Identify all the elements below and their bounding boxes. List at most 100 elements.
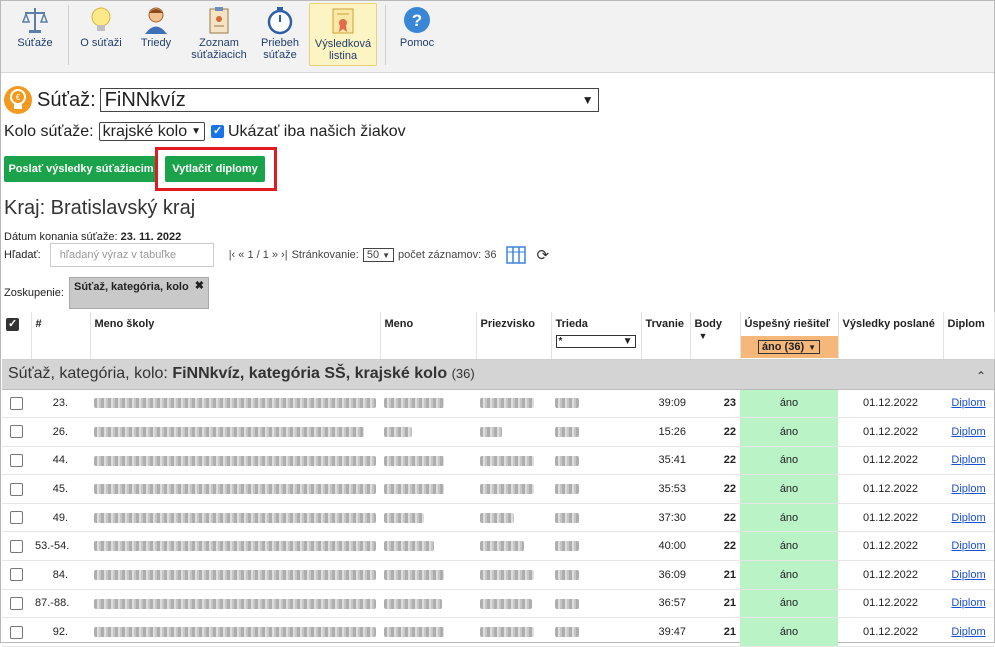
results-sent-cell: 01.12.2022 — [838, 446, 943, 476]
round-label: Kolo súťaže: — [4, 122, 94, 140]
class-filter-select[interactable]: * ▼ — [555, 335, 636, 348]
success-filter-select[interactable]: áno (36) ▼ — [757, 340, 821, 354]
page-size-select[interactable]: 50 ▼ — [362, 248, 395, 262]
highlight-box — [155, 147, 277, 191]
only-ours-label: Ukázať iba našich žiakov — [228, 122, 406, 140]
redacted-class — [555, 426, 579, 437]
group-row[interactable]: Súťaž, kategória, kolo: FiNNkvíz, kategó… — [2, 359, 994, 390]
diploma-link[interactable]: Diplom — [943, 531, 994, 562]
table-row[interactable]: 87.-88. 36:57 21 áno 01.12.2022 Diplom — [2, 589, 994, 619]
redacted-school — [94, 512, 376, 523]
class-cell — [551, 589, 641, 619]
col-success[interactable]: Úspešný riešiteľ áno (36) ▼ — [740, 312, 839, 360]
record-count: počet záznamov: 36 — [398, 249, 497, 261]
redacted-first-name — [384, 484, 444, 495]
redacted-class — [555, 484, 579, 495]
row-checkbox[interactable] — [10, 568, 23, 582]
rank-cell: 49. — [31, 503, 90, 533]
duration-cell: 39:47 — [641, 617, 690, 647]
col-school[interactable]: Meno školy — [90, 312, 381, 360]
col-duration[interactable]: Trvanie — [641, 312, 691, 360]
close-icon[interactable]: ✖ — [195, 279, 204, 292]
rank-cell: 92. — [31, 617, 90, 647]
toolbar-classes[interactable]: Triedy — [131, 3, 181, 66]
table-row[interactable]: 44. 35:41 22 áno 01.12.2022 Diplom — [2, 446, 994, 476]
col-points[interactable]: Body ▼ — [690, 312, 741, 360]
row-checkbox-cell — [2, 531, 31, 562]
competition-select[interactable]: FiNNkvíz ▼ — [99, 88, 599, 112]
columns-icon[interactable] — [506, 245, 527, 265]
duration-cell: 36:09 — [641, 560, 690, 590]
select-all-header — [2, 312, 32, 360]
col-class[interactable]: Trieda * ▼ — [551, 312, 642, 360]
col-results-sent[interactable]: Výsledky poslané — [838, 312, 944, 360]
table-row[interactable]: 26. 15:26 22 áno 01.12.2022 Diplom — [2, 417, 994, 447]
only-ours-checkbox[interactable] — [211, 124, 224, 138]
competition-row: € Súťaž: FiNNkvíz ▼ — [3, 85, 599, 115]
table-row[interactable]: 23. 39:09 23 áno 01.12.2022 Diplom — [2, 389, 994, 419]
clipboard-icon — [209, 7, 229, 34]
row-checkbox[interactable] — [10, 482, 23, 496]
diploma-link[interactable]: Diplom — [943, 589, 994, 619]
toolbar-contestants[interactable]: Zoznam súťažiacich — [187, 3, 251, 66]
search-input[interactable]: hľadaný výraz v tabuľke — [49, 243, 214, 267]
row-checkbox[interactable] — [10, 511, 23, 525]
last-name-cell — [476, 503, 551, 533]
send-results-button[interactable]: Poslať výsledky súťažiacim — [4, 156, 158, 182]
row-checkbox-cell — [2, 417, 31, 447]
col-last-name[interactable]: Priezvisko — [476, 312, 552, 360]
results-table: # Meno školy Meno Priezvisko Trieda * ▼ … — [2, 312, 995, 647]
pager-nav[interactable]: |‹ « 1 / 1 » ›| — [229, 249, 288, 261]
school-cell — [90, 503, 380, 533]
success-filter[interactable]: áno (36) ▼ — [740, 336, 838, 358]
row-checkbox[interactable] — [10, 539, 23, 553]
toolbar-about[interactable]: O súťaži — [75, 3, 127, 66]
table-row[interactable]: 49. 37:30 22 áno 01.12.2022 Diplom — [2, 503, 994, 533]
refresh-icon[interactable]: ⟳ — [536, 246, 549, 264]
col-rank[interactable]: # — [31, 312, 91, 360]
chevron-up-icon[interactable]: ⌃ — [976, 369, 986, 383]
row-checkbox[interactable] — [10, 625, 23, 639]
redacted-last-name — [480, 484, 534, 495]
row-checkbox[interactable] — [10, 396, 23, 410]
diploma-link[interactable]: Diplom — [943, 446, 994, 476]
toolbar-results[interactable]: Výsledková listina — [309, 3, 377, 66]
row-checkbox-cell — [2, 389, 31, 419]
diploma-link[interactable]: Diplom — [943, 417, 994, 447]
row-checkbox[interactable] — [10, 453, 23, 467]
table-row[interactable]: 53.-54. 40:00 22 áno 01.12.2022 Diplom — [2, 531, 994, 562]
redacted-first-name — [384, 569, 444, 580]
col-first-name[interactable]: Meno — [380, 312, 477, 360]
grouping-chip[interactable]: Súťaž, kategória, kolo ✖ — [69, 277, 209, 309]
results-sent-cell: 01.12.2022 — [838, 560, 943, 590]
toolbar-help[interactable]: ? Pomoc — [393, 3, 441, 66]
diploma-link[interactable]: Diplom — [943, 560, 994, 590]
table-row[interactable]: 84. 36:09 21 áno 01.12.2022 Diplom — [2, 560, 994, 590]
diploma-link[interactable]: Diplom — [943, 617, 994, 647]
redacted-school — [94, 484, 376, 495]
points-cell: 21 — [690, 560, 740, 590]
school-cell — [90, 417, 380, 447]
select-all-checkbox[interactable] — [6, 317, 19, 331]
chevron-down-icon: ▼ — [382, 250, 391, 260]
row-checkbox[interactable] — [10, 425, 23, 439]
diploma-link[interactable]: Diplom — [943, 389, 994, 419]
row-checkbox[interactable] — [10, 596, 23, 610]
diploma-link[interactable]: Diplom — [943, 474, 994, 504]
date-label: Dátum konania súťaže: — [4, 231, 118, 243]
redacted-school — [94, 541, 376, 552]
row-checkbox-cell — [2, 474, 31, 504]
table-row[interactable]: 45. 35:53 22 áno 01.12.2022 Diplom — [2, 474, 994, 504]
diploma-link[interactable]: Diplom — [943, 503, 994, 533]
redacted-class — [555, 541, 579, 552]
last-name-cell — [476, 389, 551, 419]
group-name: FiNNkvíz, kategória SŠ, krajské kolo — [172, 365, 448, 382]
col-diploma[interactable]: Diplom — [943, 312, 995, 360]
table-row[interactable]: 92. 39:47 21 áno 01.12.2022 Diplom — [2, 617, 994, 647]
col-success-label: Úspešný riešiteľ — [744, 318, 831, 330]
last-name-cell — [476, 531, 551, 562]
toolbar-progress[interactable]: Priebeh súťaže — [255, 3, 305, 66]
first-name-cell — [380, 417, 476, 447]
round-select[interactable]: krajské kolo ▼ — [98, 122, 205, 141]
toolbar-competitions[interactable]: Súťaže — [9, 3, 61, 66]
